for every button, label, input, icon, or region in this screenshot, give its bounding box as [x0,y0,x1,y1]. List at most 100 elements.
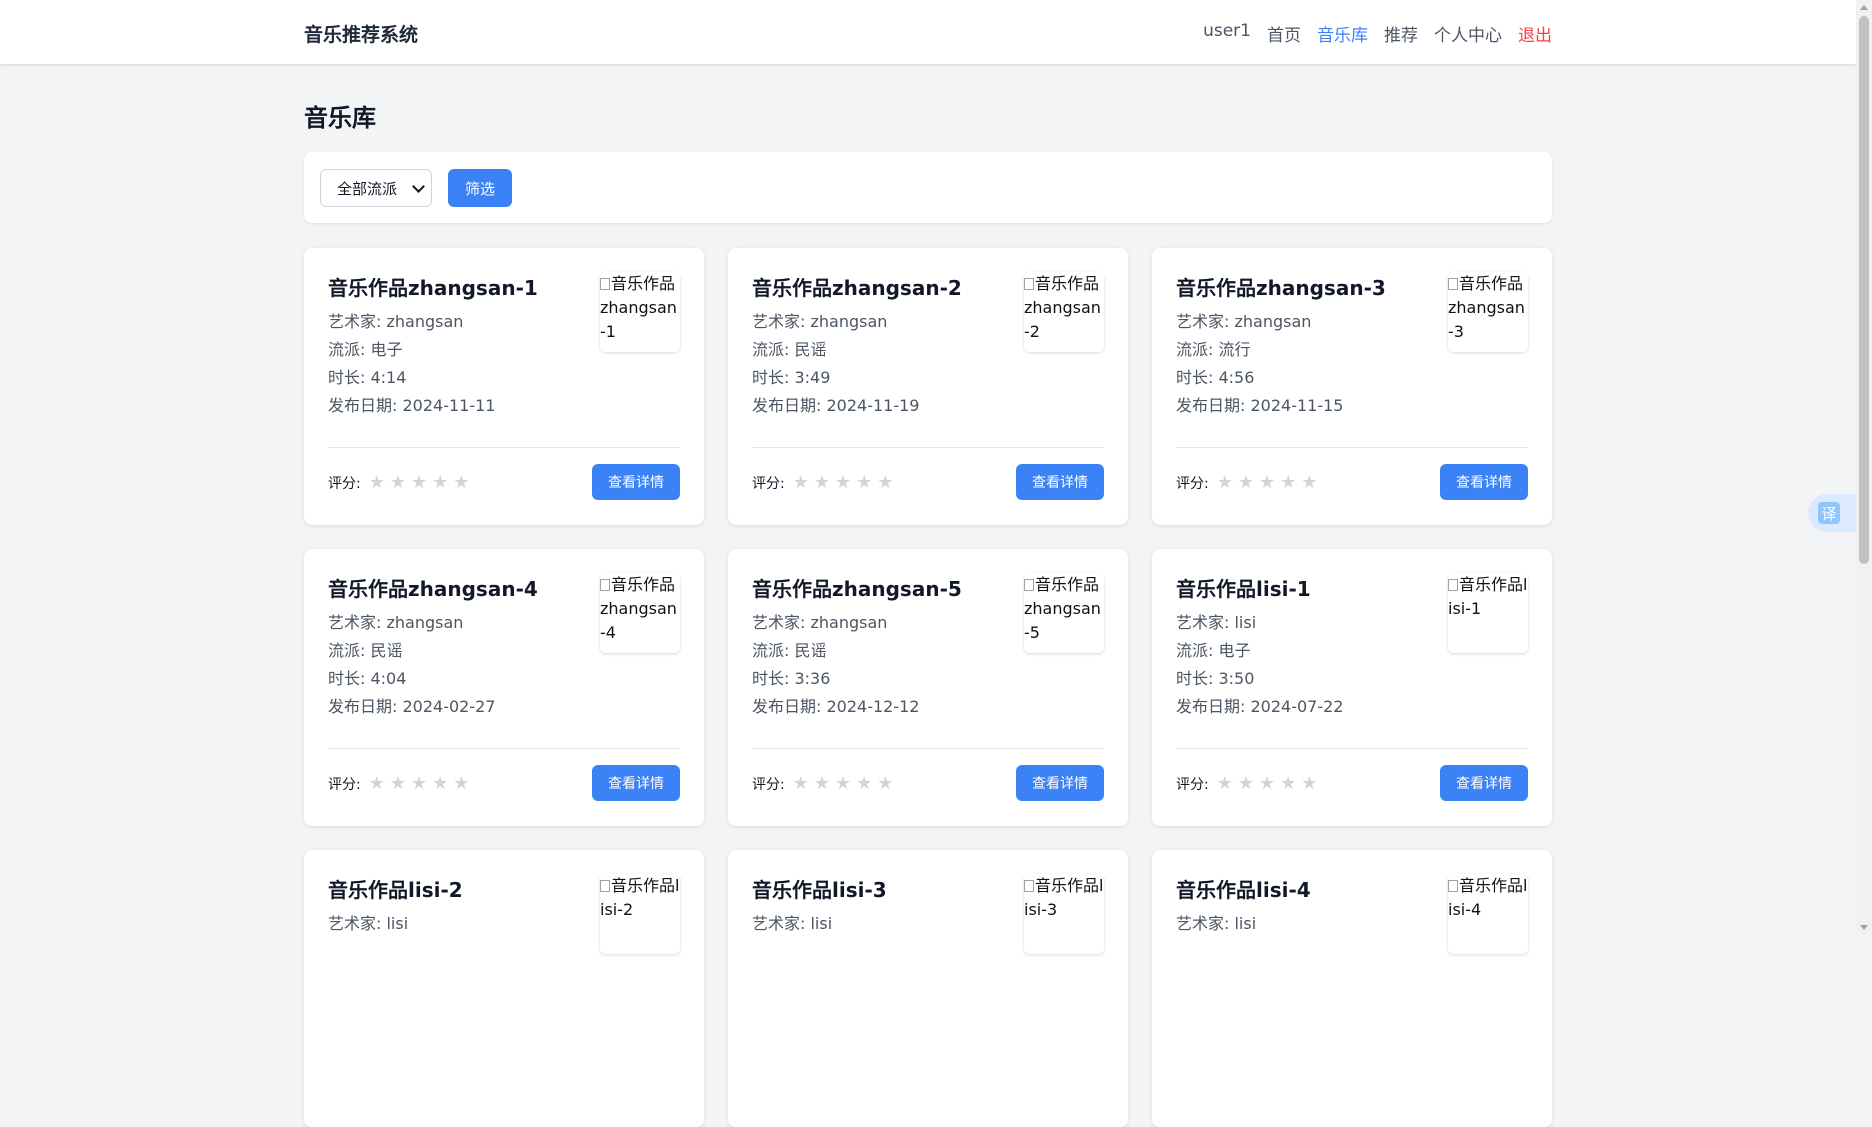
view-detail-button[interactable]: 查看详情 [1016,765,1104,801]
release-value: 2024-07-22 [1250,697,1344,716]
star-icon[interactable]: ★ [835,472,851,493]
star-icon[interactable]: ★ [453,472,469,493]
artist-label: 艺术家: [1176,914,1235,933]
song-cover-image: 音乐作品zhangsan-4 [600,573,680,653]
meta-row-genre: 流派: 电子 [328,336,495,364]
song-title[interactable]: 音乐作品lisi-2 [328,874,463,903]
star-icon[interactable]: ★ [793,773,809,794]
song-card: 音乐作品zhangsan-2 艺术家: zhangsan 流派: 民谣 时长: 3:4… [728,248,1128,525]
rating-stars: ★ ★ ★ ★ ★ [1217,472,1318,493]
star-icon[interactable]: ★ [432,773,448,794]
star-icon[interactable]: ★ [1280,472,1296,493]
star-icon[interactable]: ★ [856,472,872,493]
duration-value: 4:56 [1218,368,1255,387]
artist-value: lisi [810,914,833,933]
nav-profile[interactable]: 个人中心 [1434,21,1502,46]
song-title[interactable]: 音乐作品zhangsan-2 [752,272,962,301]
cover-alt-text: 音乐作品lisi-2 [600,876,680,919]
nav-username[interactable]: user1 [1203,21,1251,46]
star-icon[interactable]: ★ [1259,773,1275,794]
filter-button[interactable]: 筛选 [448,169,512,207]
genre-value: 流行 [1218,340,1251,359]
star-icon[interactable]: ★ [411,472,427,493]
meta-row-artist: 艺术家: lisi [752,910,832,938]
star-icon[interactable]: ★ [432,472,448,493]
rating-row: 评分: ★ ★ ★ ★ ★ [752,472,893,493]
song-card: 音乐作品zhangsan-5 艺术家: zhangsan 流派: 民谣 时长: 3:3… [728,549,1128,826]
song-title[interactable]: 音乐作品zhangsan-1 [328,272,538,301]
cover-alt-text: 音乐作品lisi-1 [1448,575,1528,618]
star-icon[interactable]: ★ [835,773,851,794]
star-icon[interactable]: ★ [856,773,872,794]
song-title[interactable]: 音乐作品lisi-1 [1176,573,1311,602]
meta-row-duration: 时长: 3:50 [1176,665,1343,693]
artist-label: 艺术家: [752,613,811,632]
star-icon[interactable]: ★ [390,773,406,794]
star-icon[interactable]: ★ [877,472,893,493]
view-detail-button[interactable]: 查看详情 [592,464,680,500]
genre-select[interactable]: 全部流派 [320,169,432,207]
song-meta: 艺术家: zhangsan 流派: 流行 时长: 4:56 发布日期: 2024-11… [1176,308,1343,420]
song-card: 音乐作品zhangsan-4 艺术家: zhangsan 流派: 民谣 时长: 4:0… [304,549,704,826]
star-icon[interactable]: ★ [1301,773,1317,794]
view-detail-button[interactable]: 查看详情 [592,765,680,801]
star-icon[interactable]: ★ [814,773,830,794]
duration-value: 4:04 [370,669,407,688]
star-icon[interactable]: ★ [793,472,809,493]
nav-home[interactable]: 首页 [1267,21,1301,46]
translate-button[interactable]: 译 [1808,494,1856,532]
broken-image-icon [1448,278,1458,290]
scrollbar-thumb[interactable] [1859,16,1869,564]
song-cover-image: 音乐作品zhangsan-5 [1024,573,1104,653]
star-icon[interactable]: ★ [1259,472,1275,493]
scroll-down-arrow-icon[interactable] [1860,925,1868,930]
star-icon[interactable]: ★ [411,773,427,794]
song-title[interactable]: 音乐作品lisi-4 [1176,874,1311,903]
meta-row-release: 发布日期: 2024-11-11 [328,392,495,420]
star-icon[interactable]: ★ [390,472,406,493]
meta-row-release: 发布日期: 2024-11-19 [752,392,919,420]
star-icon[interactable]: ★ [1238,773,1254,794]
rating-stars: ★ ★ ★ ★ ★ [793,472,894,493]
broken-image-icon [1024,579,1034,591]
star-icon[interactable]: ★ [1238,472,1254,493]
genre-label: 流派: [752,340,795,359]
song-title[interactable]: 音乐作品lisi-3 [752,874,887,903]
chevron-down-icon [412,180,425,193]
genre-value: 电子 [370,340,403,359]
star-icon[interactable]: ★ [1217,773,1233,794]
scrollbar[interactable] [1856,0,1872,935]
nav-recommend[interactable]: 推荐 [1384,21,1418,46]
meta-row-duration: 时长: 3:49 [752,364,919,392]
view-detail-button[interactable]: 查看详情 [1016,464,1104,500]
song-cover-image: 音乐作品lisi-3 [1024,874,1104,954]
card-divider [752,748,1104,749]
release-label: 发布日期: [752,396,827,415]
view-detail-button[interactable]: 查看详情 [1440,765,1528,801]
duration-value: 3:49 [794,368,831,387]
release-value: 2024-02-27 [402,697,496,716]
release-value: 2024-11-19 [826,396,920,415]
scroll-up-arrow-icon[interactable] [1860,5,1868,10]
star-icon[interactable]: ★ [877,773,893,794]
star-icon[interactable]: ★ [1280,773,1296,794]
artist-value: zhangsan [810,613,888,632]
rating-stars: ★ ★ ★ ★ ★ [369,773,470,794]
nav-logout[interactable]: 退出 [1518,21,1552,46]
meta-row-artist: 艺术家: zhangsan [1176,308,1343,336]
meta-row-artist: 艺术家: zhangsan [328,609,495,637]
nav-music-library[interactable]: 音乐库 [1317,21,1368,46]
song-title[interactable]: 音乐作品zhangsan-5 [752,573,962,602]
song-title[interactable]: 音乐作品zhangsan-4 [328,573,538,602]
site-brand[interactable]: 音乐推荐系统 [304,20,418,47]
star-icon[interactable]: ★ [369,773,385,794]
artist-label: 艺术家: [328,613,387,632]
song-title[interactable]: 音乐作品zhangsan-3 [1176,272,1386,301]
star-icon[interactable]: ★ [1217,472,1233,493]
star-icon[interactable]: ★ [814,472,830,493]
star-icon[interactable]: ★ [369,472,385,493]
view-detail-button[interactable]: 查看详情 [1440,464,1528,500]
star-icon[interactable]: ★ [453,773,469,794]
star-icon[interactable]: ★ [1301,472,1317,493]
rating-row: 评分: ★ ★ ★ ★ ★ [752,773,893,794]
